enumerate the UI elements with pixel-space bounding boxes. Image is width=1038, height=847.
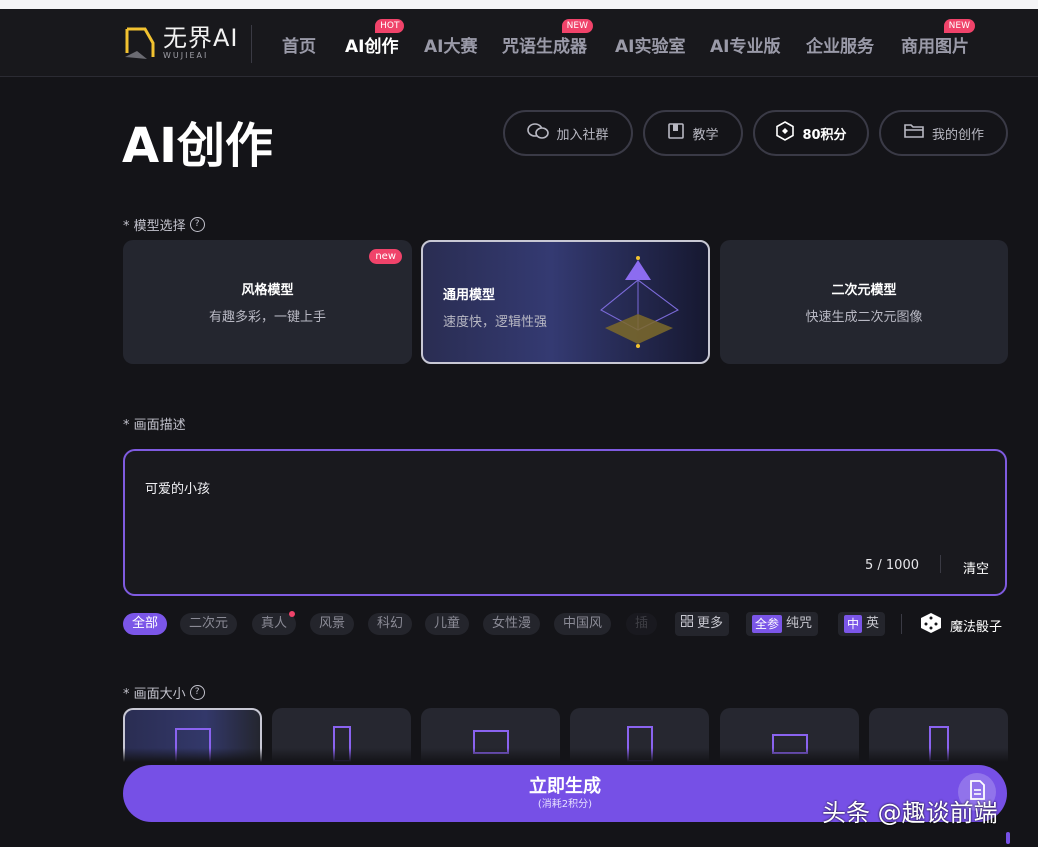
magic-dice-button[interactable]: 魔法骰子 [920,612,1002,638]
model-card-title: 二次元模型 [831,283,897,298]
logo[interactable]: 无界AI WUJIEAI [123,22,239,64]
nav-item-pro[interactable]: AI专业版 [710,32,780,57]
clear-button[interactable]: 清空 [963,558,989,577]
nav-item-lab[interactable]: AI实验室 [615,32,685,57]
join-community-button[interactable]: 加入社群 [503,110,633,156]
tag-illustration[interactable]: 插 [626,613,658,635]
pure-prompt-option[interactable]: 纯咒 [786,612,812,636]
new-badge: NEW [561,19,593,33]
logo-text: 无界AI [163,24,239,52]
tag-chinese-style[interactable]: 中国风 [554,613,612,635]
top-navbar: 无界AI WUJIEAI 首页 AI创作 HOT AI大赛 咒语生成器 NEW AI… [0,9,1038,77]
my-works-label: 我的创作 [931,127,984,143]
folder-icon [903,122,925,144]
points-hexagon-icon [775,121,795,145]
prompt-section-label: * 画面描述 [123,418,186,433]
model-section-label: * 模型选择 ? [123,215,205,234]
model-card-subtitle: 速度快，逻辑性强 [443,315,548,330]
points-label: 80积分 [802,127,847,143]
tag-scifi[interactable]: 科幻 [368,613,413,635]
tools-divider [901,614,902,634]
size-section-label: * 画面大小 ? [123,683,205,702]
language-toggle[interactable]: 中 英 [838,612,886,636]
tag-landscape[interactable]: 风景 [310,613,355,635]
more-tags-button[interactable]: 更多 [675,612,730,636]
tag-real-person[interactable]: 真人 [252,611,297,635]
tag-children[interactable]: 儿童 [425,613,470,635]
dice-icon [920,612,942,638]
nav-item-commercial-images[interactable]: 商用图片 NEW [901,19,975,57]
page-title: AI创作 [122,118,274,174]
grid-icon [681,612,693,636]
tag-anime[interactable]: 二次元 [180,613,238,635]
model-card-anime[interactable]: 二次元模型 快速生成二次元图像 [720,240,1008,364]
tag-all[interactable]: 全部 [123,613,168,635]
char-count: 5 / 1000 [865,558,919,573]
help-icon[interactable]: ? [189,217,205,232]
points-button[interactable]: 80积分 [753,110,869,156]
nav-item-prompt-generator[interactable]: 咒语生成器 NEW [502,19,593,57]
browser-top-strip [0,0,1038,9]
lang-en-option[interactable]: 英 [866,612,879,636]
prompt-value[interactable]: 可爱的小孩 [145,478,210,497]
join-community-label: 加入社群 [556,127,609,143]
hot-badge: HOT [375,19,405,33]
pyramid-illustration-icon [593,252,693,356]
tag-female-manga[interactable]: 女性漫 [483,613,541,635]
model-card-general[interactable]: 通用模型 速度快，逻辑性强 [421,240,710,364]
notification-dot [289,611,296,617]
book-icon [667,122,685,144]
watermark: 头条 @趣谈前端 [822,799,998,827]
wechat-icon [527,122,550,144]
new-badge: NEW [943,19,975,33]
generate-cost: (消耗2积分) [537,799,593,810]
lang-zh-option[interactable]: 中 [844,615,863,633]
prompt-mode-toggle[interactable]: 全参 纯咒 [746,612,819,636]
model-card-style[interactable]: new 风格模型 有趣多彩，一键上手 [123,240,412,364]
nav-item-enterprise[interactable]: 企业服务 [806,32,874,57]
model-card-title: 通用模型 [443,288,496,303]
generate-title: 立即生成 [529,776,601,797]
my-works-button[interactable]: 我的创作 [879,110,1008,156]
count-divider [940,555,941,573]
nav-item-home[interactable]: 首页 [282,32,316,57]
tutorial-button[interactable]: 教学 [643,110,743,156]
scroll-indicator [1006,832,1010,844]
new-badge: new [369,249,402,264]
model-card-subtitle: 快速生成二次元图像 [805,310,923,325]
nav-item-contest[interactable]: AI大赛 [424,32,477,57]
logo-subtext: WUJIEAI [163,51,209,60]
full-params-option[interactable]: 全参 [752,615,783,633]
logo-mark-icon [123,23,161,63]
model-card-title: 风格模型 [241,283,294,298]
model-card-subtitle: 有趣多彩，一键上手 [208,310,326,325]
help-icon[interactable]: ? [189,685,205,700]
nav-item-ai-create[interactable]: AI创作 HOT [345,19,405,57]
nav-divider [251,25,252,63]
tutorial-label: 教学 [692,127,719,143]
prompt-textarea[interactable]: 可爱的小孩 5 / 1000 清空 [123,449,1007,596]
